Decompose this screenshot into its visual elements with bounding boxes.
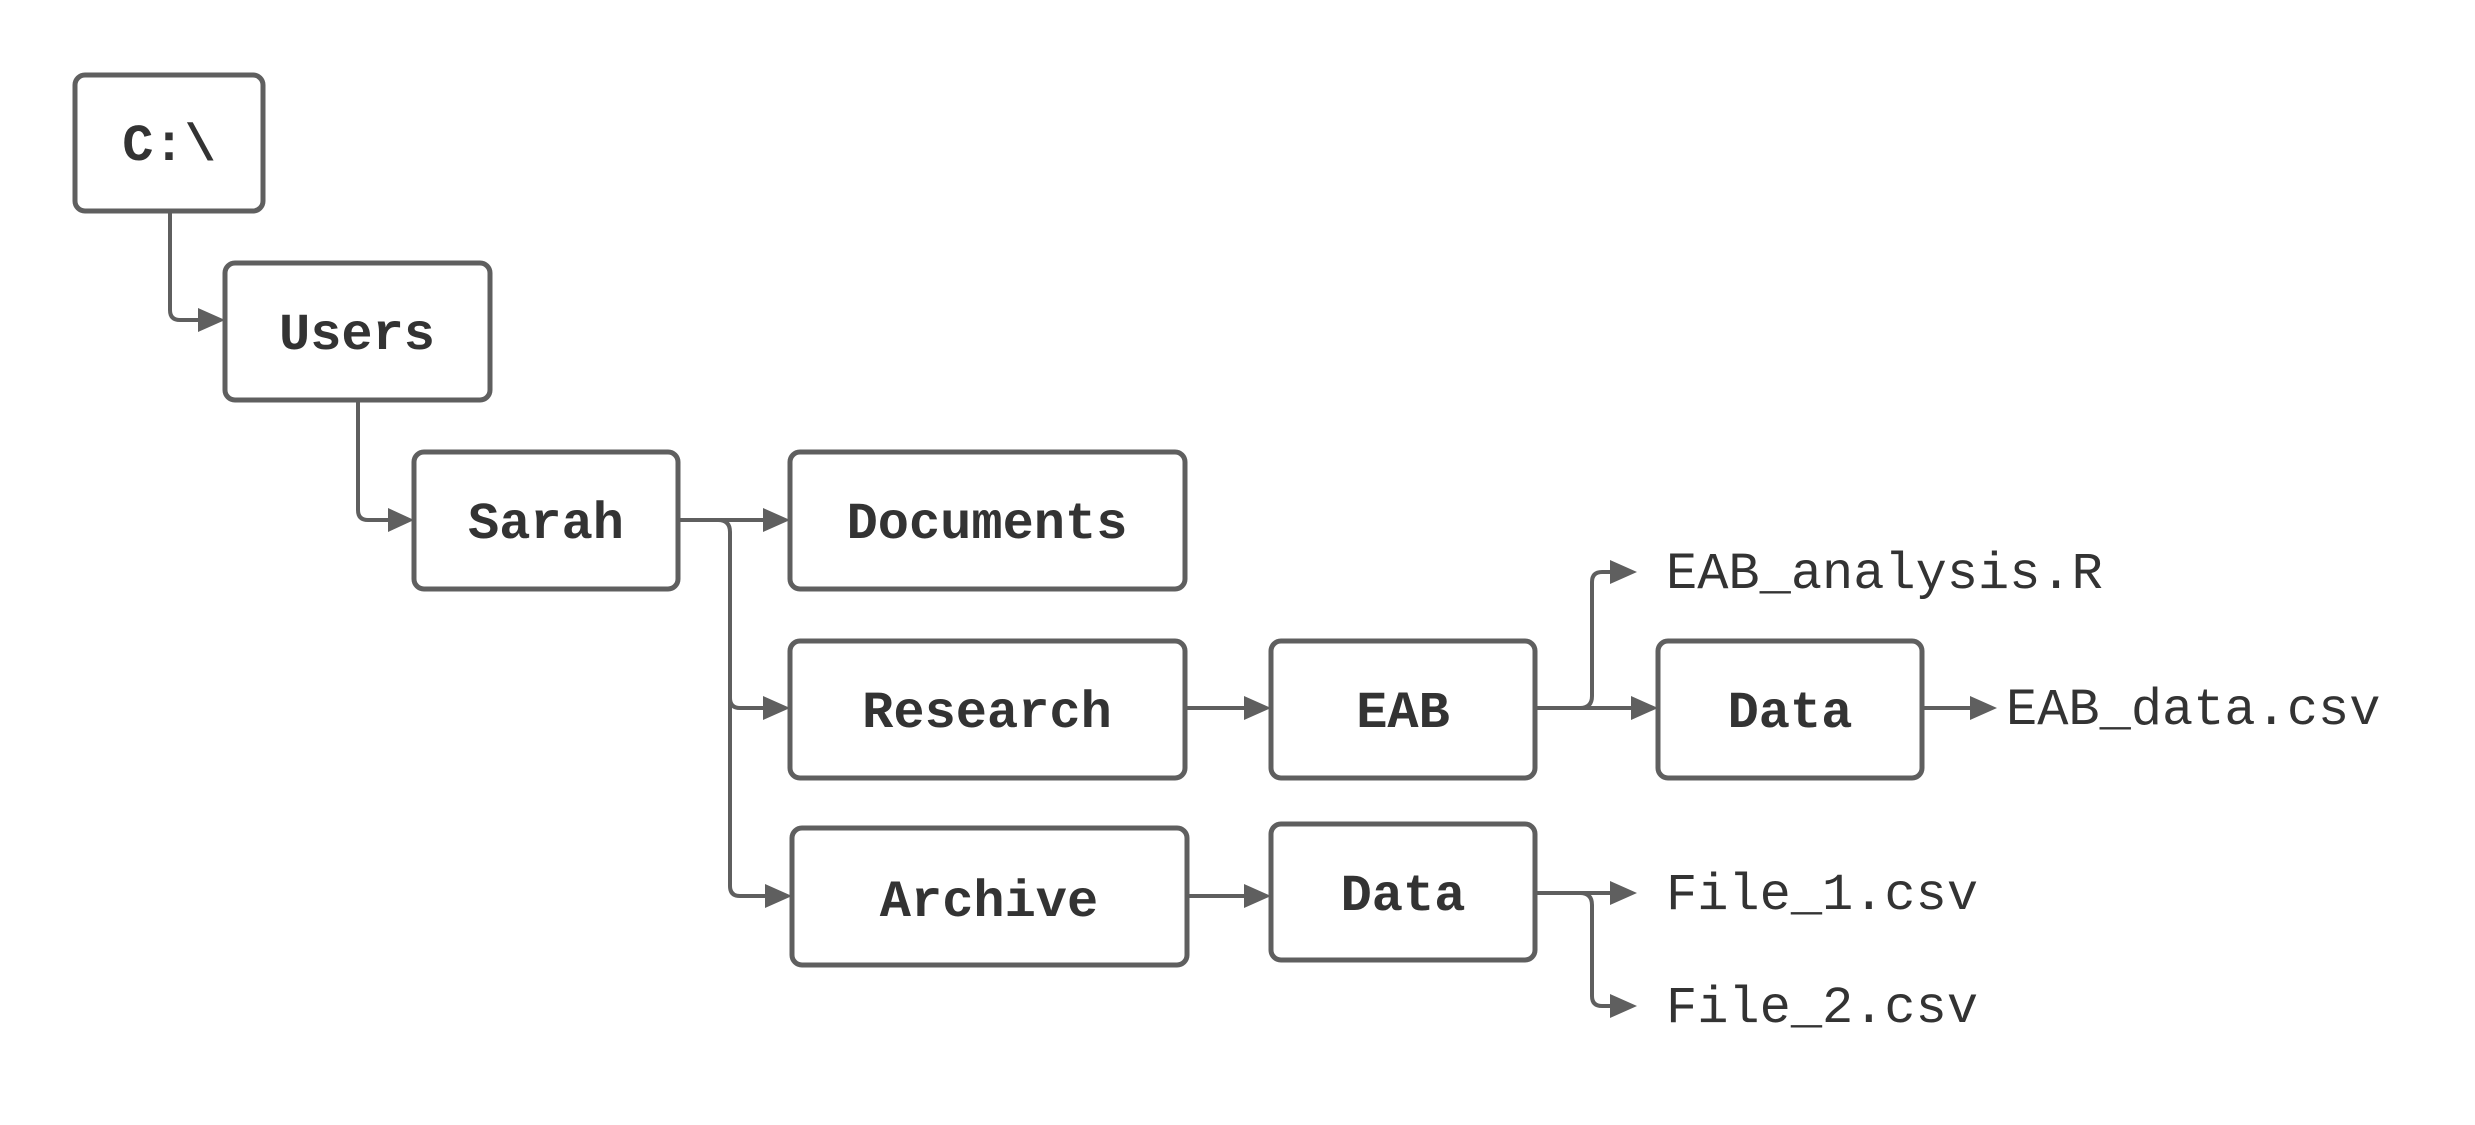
- edge-eab-analysis: [1579, 570, 1612, 710]
- file-eab-data-csv[interactable]: EAB_data.csv: [2006, 681, 2380, 740]
- arrow-head-icon: [763, 696, 790, 720]
- arrow-head-icon: [198, 308, 225, 332]
- folder-node-sarah[interactable]: Sarah: [411, 449, 681, 592]
- arrow-head-icon: [1244, 696, 1271, 720]
- file-eab-analysis[interactable]: EAB_analysis.R: [1666, 545, 2103, 604]
- folder-node-documents[interactable]: Documents: [787, 449, 1188, 592]
- edge-sarah-research: [717, 518, 765, 710]
- arrow-head-icon: [1244, 884, 1271, 908]
- node-label: Documents: [847, 495, 1128, 554]
- arrow-head-icon: [388, 508, 414, 532]
- arrow-head-icon: [1631, 696, 1658, 720]
- folder-node-archive[interactable]: Archive: [789, 825, 1190, 968]
- arrow-head-icon: [1610, 881, 1637, 905]
- folder-node-eab[interactable]: EAB: [1268, 638, 1538, 781]
- arrow-head-icon: [1610, 560, 1637, 584]
- folder-node-root[interactable]: C:\: [72, 72, 266, 214]
- folder-tree-diagram: C:\ Users Sarah Documents Research Archi…: [72, 72, 2380, 1038]
- node-label: Users: [279, 306, 435, 365]
- node-label: Data: [1341, 867, 1466, 926]
- edge-root-users: [168, 211, 200, 322]
- edge-sarah-archive: [728, 698, 767, 898]
- folder-node-users[interactable]: Users: [222, 260, 493, 403]
- arrow-head-icon: [765, 884, 792, 908]
- arrow-head-icon: [763, 508, 790, 532]
- file-file-2[interactable]: File_2.csv: [1666, 979, 1978, 1038]
- node-label: C:\: [122, 117, 216, 176]
- arrow-head-icon: [1610, 994, 1637, 1018]
- file-file-1[interactable]: File_1.csv: [1666, 866, 1978, 925]
- arrow-head-icon: [1970, 696, 1997, 720]
- node-label: Sarah: [468, 495, 624, 554]
- folder-node-research[interactable]: Research: [787, 638, 1188, 781]
- folder-node-eab-data[interactable]: Data: [1655, 638, 1925, 781]
- node-label: Research: [862, 684, 1112, 743]
- edge-data-file2: [1579, 891, 1612, 1008]
- node-label: Archive: [880, 873, 1098, 932]
- node-label: Data: [1728, 684, 1853, 743]
- folder-node-archive-data[interactable]: Data: [1268, 821, 1538, 963]
- edge-users-sarah: [356, 400, 390, 522]
- node-label: EAB: [1356, 684, 1450, 743]
